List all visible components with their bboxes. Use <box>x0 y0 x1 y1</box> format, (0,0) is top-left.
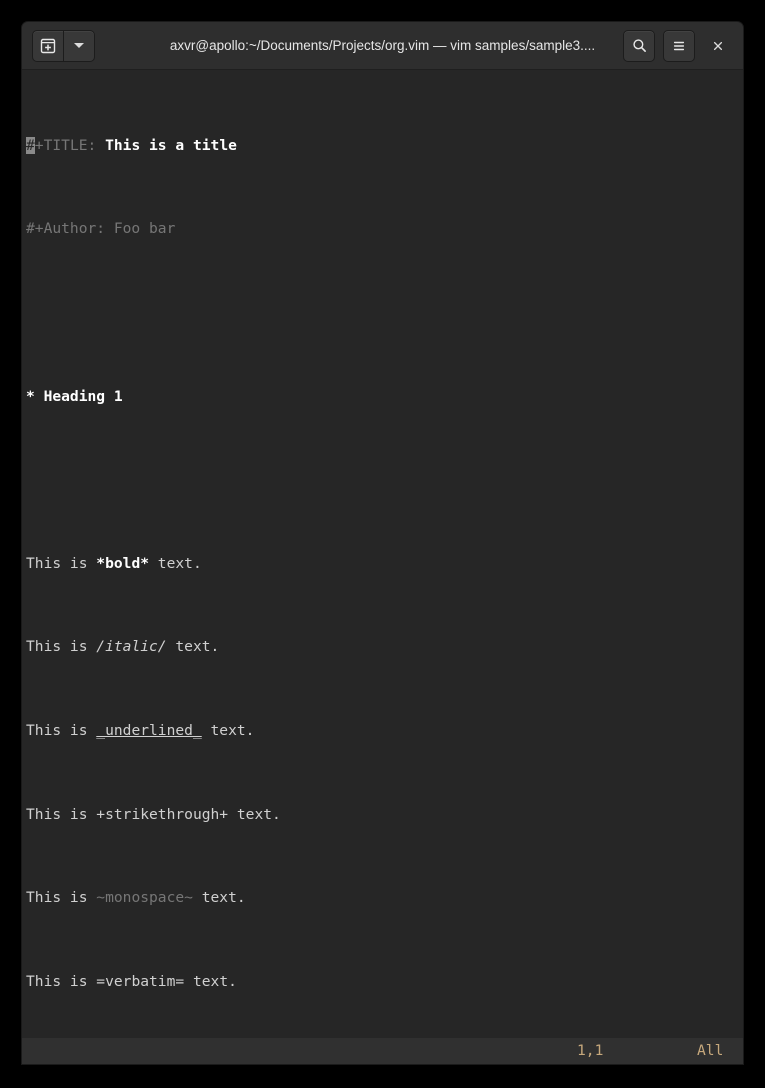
org-verbatim-text: =verbatim= <box>96 972 185 990</box>
scroll-indicator: All <box>697 1041 724 1059</box>
text-prefix: This is <box>26 972 97 990</box>
org-strikethrough-text: +strikethrough+ <box>96 805 229 823</box>
vim-statusline: 1,1 All <box>22 1038 743 1064</box>
buffer-line: This is /italic/ text. <box>26 637 743 658</box>
text-cursor: # <box>26 136 35 154</box>
new-terminal-dropdown-button[interactable] <box>63 30 94 61</box>
text-prefix: This is <box>26 638 97 656</box>
org-keyword-title: +TITLE: <box>34 136 106 154</box>
new-terminal-button[interactable] <box>33 31 63 61</box>
text-prefix: This is <box>26 554 97 572</box>
cursor-position: 1,1 <box>577 1041 604 1059</box>
org-title-value: This is a title <box>105 136 237 154</box>
titlebar-left-controls <box>32 29 95 62</box>
text-suffix: text. <box>149 554 202 572</box>
close-icon <box>713 41 723 50</box>
chevron-down-icon <box>74 43 84 48</box>
search-button[interactable] <box>623 29 655 62</box>
buffer-line-blank <box>26 470 743 491</box>
org-heading-1: * Heading 1 <box>26 387 123 405</box>
text-prefix: This is <box>26 805 97 823</box>
org-bold-text: *bold* <box>96 554 150 572</box>
org-underline-text: _underlined_ <box>96 721 202 739</box>
org-italic-text: /italic/ <box>96 638 167 656</box>
buffer-line: #+Author: Foo bar <box>26 219 743 240</box>
menu-button[interactable] <box>663 29 695 62</box>
search-icon <box>632 39 646 52</box>
new-terminal-icon <box>40 38 56 53</box>
buffer-line-blank <box>26 303 743 324</box>
terminal-window: axvr@apollo:~/Documents/Projects/org.vim… <box>22 22 743 1064</box>
org-monospace-text: ~monospace~ <box>96 889 193 907</box>
text-suffix: text. <box>201 721 255 739</box>
buffer-line: This is =verbatim= text. <box>26 972 743 993</box>
buffer-line: * Heading 1 <box>26 387 743 408</box>
buffer-line: This is *bold* text. <box>26 554 743 575</box>
buffer-line: This is +strikethrough+ text. <box>26 805 743 826</box>
titlebar: axvr@apollo:~/Documents/Projects/org.vim… <box>22 22 743 70</box>
buffer-line: This is _underlined_ text. <box>26 721 743 742</box>
text-suffix: text. <box>184 972 237 990</box>
org-author-line: #+Author: Foo bar <box>26 220 176 238</box>
titlebar-right-controls <box>615 29 733 62</box>
text-suffix: text. <box>228 805 281 823</box>
terminal-buffer[interactable]: #+TITLE: This is a title #+Author: Foo b… <box>22 70 743 1064</box>
text-prefix: This is <box>26 889 97 907</box>
hamburger-menu-icon <box>673 41 685 50</box>
new-terminal-group <box>32 29 95 62</box>
buffer-line: This is ~monospace~ text. <box>26 888 743 909</box>
close-button[interactable] <box>703 31 733 61</box>
text-suffix: text. <box>166 638 220 656</box>
buffer-line: #+TITLE: This is a title <box>26 136 743 157</box>
text-suffix: text. <box>192 889 246 907</box>
text-prefix: This is <box>26 721 97 739</box>
